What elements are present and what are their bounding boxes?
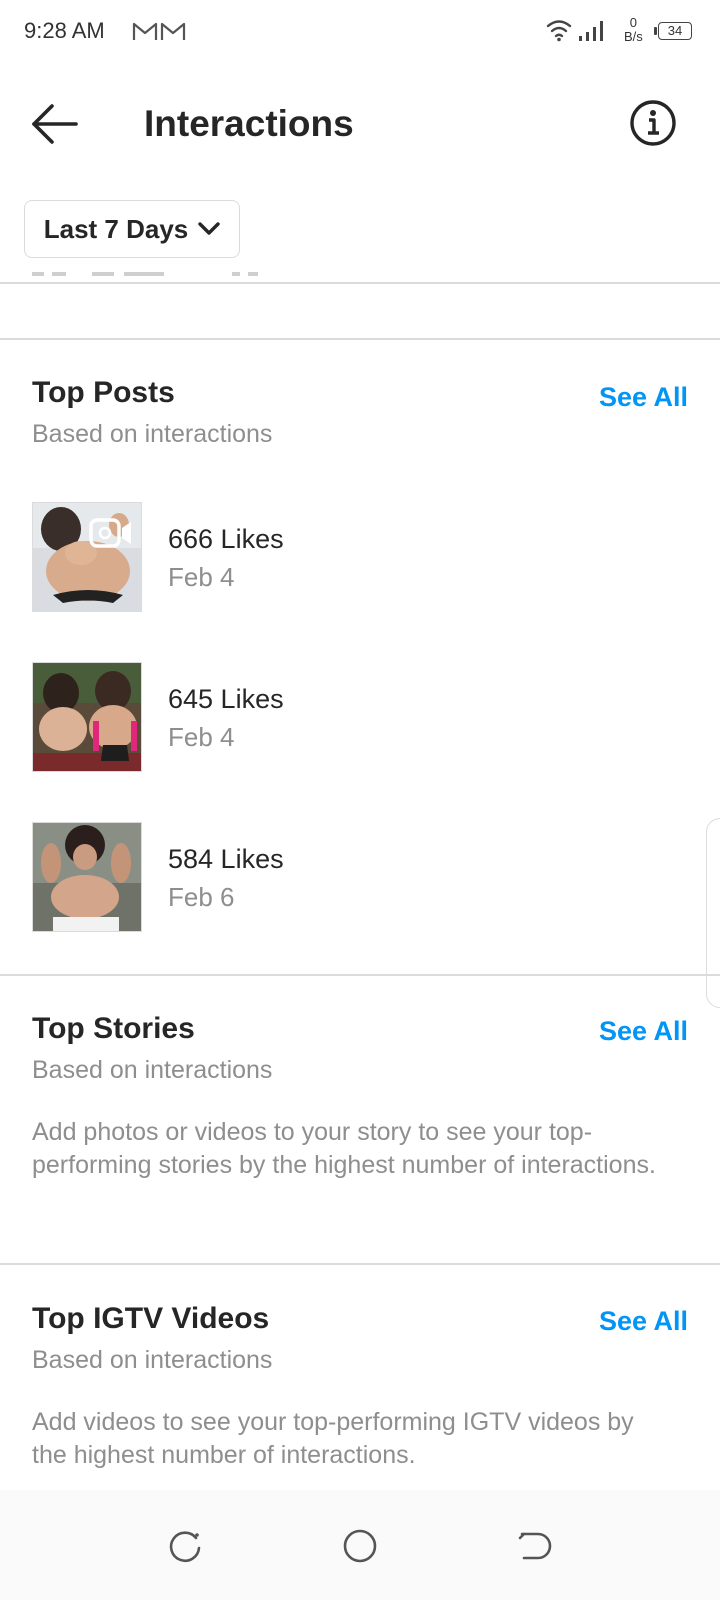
net-speed: 0 B/s xyxy=(624,16,643,44)
post-image xyxy=(33,823,141,931)
top-igtv-see-all-button[interactable]: See All xyxy=(599,1306,688,1337)
date-range-dropdown[interactable]: Last 7 Days xyxy=(24,200,240,258)
post-date: Feb 6 xyxy=(168,882,235,912)
status-bar: 9:28 AM 0 B/s 34 xyxy=(0,0,720,64)
battery-icon: 34 xyxy=(658,22,692,40)
date-range-label: Last 7 Days xyxy=(43,213,189,244)
top-stories-title: Top Stories xyxy=(32,1012,195,1045)
top-posts-title: Top Posts xyxy=(32,376,175,409)
battery-tip xyxy=(654,27,657,35)
post-date: Feb 4 xyxy=(168,562,235,592)
app-header: Interactions xyxy=(0,64,720,176)
top-igtv-subtitle: Based on interactions xyxy=(32,1346,273,1374)
status-time: 9:28 AM xyxy=(24,18,105,43)
arrow-left-icon xyxy=(32,104,78,144)
info-icon xyxy=(630,100,676,146)
home-circle-icon xyxy=(343,1529,377,1563)
wifi-icon xyxy=(546,20,572,42)
system-nav-bar xyxy=(0,1490,720,1600)
back-nav-icon xyxy=(518,1532,552,1560)
post-likes: 584 Likes xyxy=(168,844,284,874)
chevron-down-icon xyxy=(198,222,220,235)
divider xyxy=(0,338,720,340)
post-likes: 645 Likes xyxy=(168,684,284,714)
edge-panel-handle[interactable] xyxy=(706,818,720,1008)
post-likes: 666 Likes xyxy=(168,524,284,554)
info-button[interactable] xyxy=(628,98,678,148)
page-title: Interactions xyxy=(144,103,354,144)
divider xyxy=(0,282,720,284)
top-posts-subtitle: Based on interactions xyxy=(32,420,273,448)
notification-icons xyxy=(132,20,188,47)
net-speed-unit: B/s xyxy=(624,29,643,44)
back-button[interactable] xyxy=(28,96,84,152)
recents-icon xyxy=(169,1531,201,1563)
gmail-icon xyxy=(132,22,186,40)
signal-icon xyxy=(579,21,603,41)
divider xyxy=(0,1263,720,1265)
top-posts-see-all-button[interactable]: See All xyxy=(599,382,688,413)
top-igtv-title: Top IGTV Videos xyxy=(32,1302,270,1335)
post-image xyxy=(33,663,141,771)
top-igtv-empty-text: Add videos to see your top-performing IG… xyxy=(32,1408,634,1469)
back-nav-button[interactable] xyxy=(514,1526,554,1566)
top-stories-see-all-button[interactable]: See All xyxy=(599,1016,688,1047)
top-stories-empty-text: Add photos or videos to your story to se… xyxy=(32,1118,656,1179)
recent-apps-button[interactable] xyxy=(166,1526,206,1566)
post-thumbnail[interactable] xyxy=(32,662,142,772)
divider xyxy=(0,974,720,976)
home-button[interactable] xyxy=(340,1526,380,1566)
post-thumbnail[interactable] xyxy=(32,502,142,612)
post-date: Feb 4 xyxy=(168,722,235,752)
video-icon xyxy=(89,518,131,548)
top-stories-subtitle: Based on interactions xyxy=(32,1056,273,1084)
post-thumbnail[interactable] xyxy=(32,822,142,932)
net-speed-value: 0 xyxy=(629,15,638,30)
clipped-row xyxy=(32,272,258,276)
